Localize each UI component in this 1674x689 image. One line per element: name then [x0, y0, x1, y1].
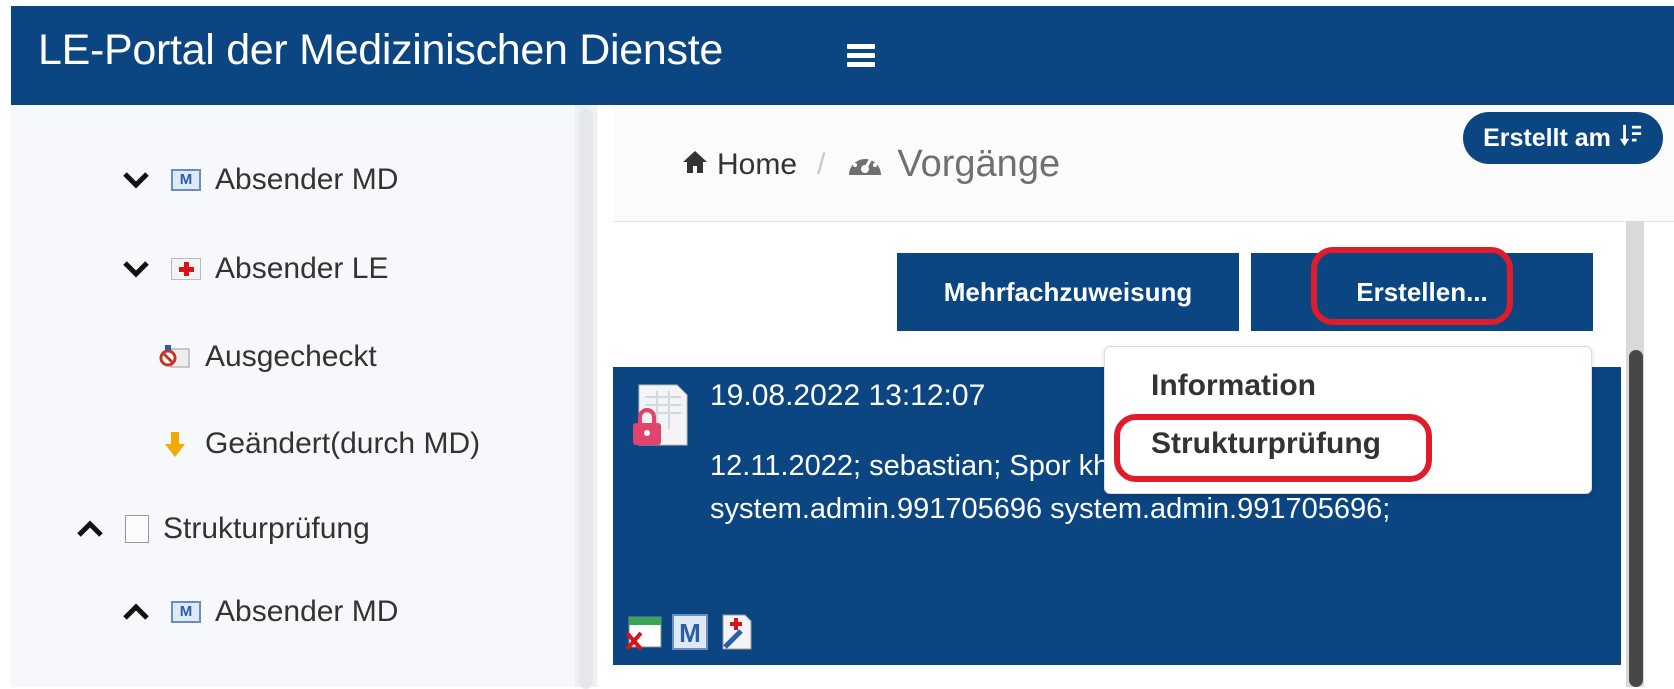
menu-toggle-icon[interactable] [847, 44, 875, 67]
sidebar-scrollbar[interactable] [575, 105, 597, 689]
md-icon: M [171, 169, 201, 191]
edit-document-icon[interactable] [717, 613, 755, 651]
le-icon [171, 258, 201, 280]
chevron-up-icon[interactable] [75, 514, 105, 544]
page-title: Vorgänge [897, 143, 1061, 185]
breadcrumb-separator: / [817, 147, 826, 181]
breadcrumb-home[interactable]: Home [717, 148, 797, 182]
sort-button-label: Erstellt am [1483, 123, 1611, 152]
sidebar-item-label: Absender MD [215, 163, 399, 196]
sidebar-item-label: Geändert(durch MD) [205, 427, 481, 460]
menu-item-information[interactable]: Information [1151, 369, 1316, 403]
dashboard-icon [845, 145, 885, 184]
home-icon[interactable] [681, 149, 709, 180]
sidebar-item-absender-le[interactable]: Absender LE [121, 252, 388, 286]
document-lock-icon [631, 383, 689, 447]
changed-arrow-icon [159, 430, 191, 458]
checked-out-icon [159, 343, 191, 371]
breadcrumb: Home / Vorgänge [681, 143, 1060, 186]
main-scrollbar-thumb[interactable] [1629, 350, 1643, 687]
sidebar-item-ausgecheckt[interactable]: Ausgecheckt [159, 340, 377, 374]
sidebar-item-label: Absender LE [215, 252, 389, 285]
calendar-delete-icon[interactable] [625, 613, 663, 651]
sidebar-item-absender-md[interactable]: M Absender MD [121, 163, 398, 197]
item-date: 19.08.2022 13:12:07 [710, 379, 986, 412]
sidebar-item-label: Strukturprüfung [163, 512, 370, 545]
item-actions: M [625, 613, 763, 651]
chevron-up-icon[interactable] [121, 597, 151, 627]
topbar: Home / Vorgänge Erstellt am [613, 105, 1674, 222]
chevron-down-icon[interactable] [121, 165, 151, 195]
highlight-create-button [1311, 247, 1513, 325]
sidebar-item-label: Absender MD [215, 595, 399, 628]
md-icon[interactable]: M [671, 613, 709, 651]
sort-button[interactable]: Erstellt am [1463, 112, 1663, 164]
sidebar-scrollbar-thumb[interactable] [579, 109, 593, 689]
app-title: LE-Portal der Medizinischen Dienste [38, 26, 723, 74]
sort-descending-icon [1619, 123, 1643, 154]
svg-text:M: M [679, 618, 701, 648]
sidebar-item-strukturpruefung[interactable]: Strukturprüfung [75, 512, 370, 546]
sidebar: M Absender MD Absender LE Ausgecheckt Ge… [11, 105, 598, 687]
document-icon [125, 515, 149, 543]
sidebar-item-geaendert[interactable]: Geändert(durch MD) [159, 427, 480, 461]
md-icon: M [171, 601, 201, 623]
chevron-down-icon[interactable] [121, 254, 151, 284]
multi-assign-button[interactable]: Mehrfachzuweisung [897, 253, 1239, 331]
sidebar-item-absender-md-2[interactable]: M Absender MD [121, 595, 398, 629]
list-item[interactable] [613, 665, 1621, 687]
app-header: LE-Portal der Medizinischen Dienste [11, 6, 1674, 105]
highlight-strukturpruefung [1114, 414, 1432, 482]
sidebar-item-label: Ausgecheckt [205, 340, 377, 373]
